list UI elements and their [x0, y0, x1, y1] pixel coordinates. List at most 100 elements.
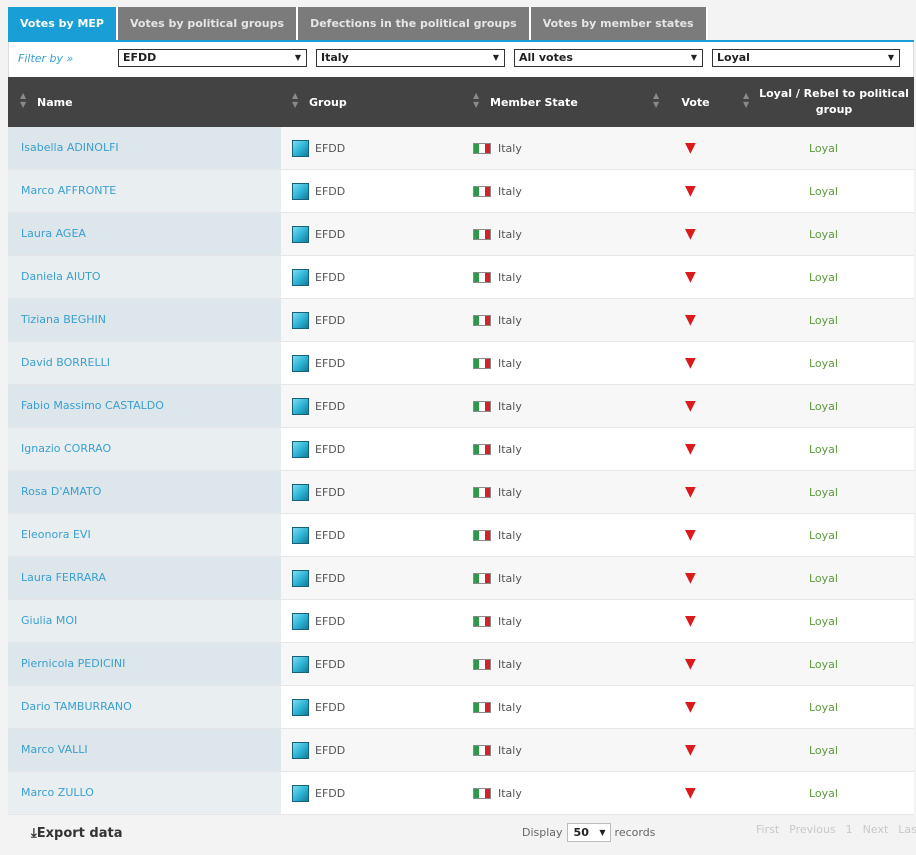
pager-next[interactable]: Next — [863, 823, 889, 836]
loyalty-filter-select[interactable]: Loyal ▼ — [712, 49, 900, 67]
loyalty-filter-value: Loyal — [717, 51, 750, 64]
group-cell: EFDD — [292, 772, 345, 814]
member-state-name: Italy — [498, 356, 522, 370]
member-state-name: Italy — [498, 571, 522, 585]
political-group-logo-icon — [292, 268, 309, 286]
thumbs-down-icon: ▼ — [685, 312, 696, 328]
political-group-logo-icon — [292, 440, 309, 458]
thumbs-down-icon: ▼ — [685, 140, 696, 156]
tab-votes-by-political-groups[interactable]: Votes by political groups — [117, 7, 299, 40]
group-filter-select[interactable]: EFDD ▼ — [118, 49, 307, 67]
group-cell: EFDD — [292, 600, 345, 642]
records-per-page-select[interactable]: 50 ▼ — [566, 823, 611, 842]
vote-cell: ▼ — [685, 729, 696, 771]
italy-flag-icon — [473, 658, 491, 670]
group-cell: EFDD — [292, 127, 345, 169]
mep-name-link[interactable]: Daniela AIUTO — [8, 256, 281, 298]
group-cell: EFDD — [292, 428, 345, 470]
member-state-name: Italy — [498, 485, 522, 499]
table-row: Dario TAMBURRANO EFDD Italy ▼ Loyal — [8, 686, 914, 729]
group-filter-value: EFDD — [123, 51, 157, 64]
member-state-cell: Italy — [473, 256, 522, 298]
loyalty-status: Loyal — [809, 485, 838, 499]
political-group-logo-icon — [292, 655, 309, 673]
mep-votes-table: ▲ ▼ Name ▲ ▼ Group ▲ ▼ Member State ▲ ▼ Vote… — [8, 77, 914, 815]
italy-flag-icon — [473, 228, 491, 240]
mep-name-link[interactable]: Rosa D'AMATO — [8, 471, 281, 513]
chevron-down-icon: ▼ — [599, 828, 606, 837]
pager-first[interactable]: First — [756, 823, 779, 836]
records-per-page: Display 50 ▼ records — [522, 823, 655, 842]
chevron-down-icon: ▼ — [690, 53, 697, 62]
table-row: Marco VALLI EFDD Italy ▼ Loyal — [8, 729, 914, 772]
mep-name-link[interactable]: Dario TAMBURRANO — [8, 686, 281, 728]
mep-name-link[interactable]: Eleonora EVI — [8, 514, 281, 556]
mep-name-link[interactable]: Fabio Massimo CASTALDO — [8, 385, 281, 427]
column-header-loyalty[interactable]: ▲ ▼ Loyal / Rebel to political group — [741, 77, 914, 127]
member-state-cell: Italy — [473, 299, 522, 341]
vote-filter-select[interactable]: All votes ▼ — [514, 49, 703, 67]
table-row: Piernicola PEDICINI EFDD Italy ▼ Loyal — [8, 643, 914, 686]
mep-name-link[interactable]: Marco VALLI — [8, 729, 281, 771]
column-header-name[interactable]: ▲ ▼ Name — [20, 77, 280, 127]
group-cell: EFDD — [292, 256, 345, 298]
column-header-group[interactable]: ▲ ▼ Group — [292, 77, 467, 127]
group-name: EFDD — [315, 786, 346, 800]
loyalty-status: Loyal — [809, 184, 838, 198]
group-cell: EFDD — [292, 299, 345, 341]
mep-name-link[interactable]: Ignazio CORRAO — [8, 428, 281, 470]
member-state-cell: Italy — [473, 213, 522, 255]
vote-cell: ▼ — [685, 299, 696, 341]
political-group-logo-icon — [292, 612, 309, 630]
export-data-button[interactable]: ⤓Export data — [31, 826, 122, 841]
member-state-name: Italy — [498, 528, 522, 542]
italy-flag-icon — [473, 615, 491, 627]
column-header-member-state[interactable]: ▲ ▼ Member State ▲ ▼ — [473, 77, 668, 127]
mep-name-link[interactable]: Marco AFFRONTE — [8, 170, 281, 212]
mep-name-link[interactable]: David BORRELLI — [8, 342, 281, 384]
tab-votes-by-mep[interactable]: Votes by MEP — [8, 7, 118, 40]
member-state-cell: Italy — [473, 514, 522, 556]
italy-flag-icon — [473, 314, 491, 326]
tab-defections[interactable]: Defections in the political groups — [298, 7, 531, 40]
country-filter-select[interactable]: Italy ▼ — [316, 49, 505, 67]
table-header: ▲ ▼ Name ▲ ▼ Group ▲ ▼ Member State ▲ ▼ Vote… — [8, 77, 914, 127]
table-row: Ignazio CORRAO EFDD Italy ▼ Loyal — [8, 428, 914, 471]
thumbs-down-icon: ▼ — [685, 742, 696, 758]
mep-name-link[interactable]: Giulia MOI — [8, 600, 281, 642]
italy-flag-icon — [473, 271, 491, 283]
group-name: EFDD — [315, 528, 346, 542]
table-row: Tiziana BEGHIN EFDD Italy ▼ Loyal — [8, 299, 914, 342]
column-header-vote[interactable]: Vote — [648, 77, 743, 127]
member-state-name: Italy — [498, 399, 522, 413]
vote-cell: ▼ — [685, 385, 696, 427]
pager-previous[interactable]: Previous — [789, 823, 836, 836]
chevron-down-icon: ▼ — [492, 53, 499, 62]
group-name: EFDD — [315, 485, 346, 499]
export-data-label: Export data — [36, 826, 123, 841]
group-cell: EFDD — [292, 514, 345, 556]
table-row: Laura FERRARA EFDD Italy ▼ Loyal — [8, 557, 914, 600]
mep-name-link[interactable]: Piernicola PEDICINI — [8, 643, 281, 685]
filter-bar: Filter by » EFDD ▼ Italy ▼ All votes ▼ L… — [8, 42, 914, 78]
political-group-logo-icon — [292, 698, 309, 716]
pager-last[interactable]: Last — [898, 823, 916, 836]
sort-icon: ▲ ▼ — [292, 91, 299, 109]
mep-name-link[interactable]: Laura AGEA — [8, 213, 281, 255]
vote-cell: ▼ — [685, 514, 696, 556]
mep-name-link[interactable]: Isabella ADINOLFI — [8, 127, 281, 169]
political-group-logo-icon — [292, 397, 309, 415]
group-cell: EFDD — [292, 342, 345, 384]
mep-name-link[interactable]: Laura FERRARA — [8, 557, 281, 599]
political-group-logo-icon — [292, 526, 309, 544]
mep-name-link[interactable]: Marco ZULLO — [8, 772, 281, 814]
member-state-name: Italy — [498, 227, 522, 241]
political-group-logo-icon — [292, 311, 309, 329]
mep-name-link[interactable]: Tiziana BEGHIN — [8, 299, 281, 341]
pager-page-1[interactable]: 1 — [846, 823, 853, 836]
italy-flag-icon — [473, 142, 491, 154]
chevron-down-icon: ▼ — [294, 53, 301, 62]
italy-flag-icon — [473, 443, 491, 455]
tab-votes-by-member-states[interactable]: Votes by member states — [530, 7, 708, 40]
table-row: Giulia MOI EFDD Italy ▼ Loyal — [8, 600, 914, 643]
